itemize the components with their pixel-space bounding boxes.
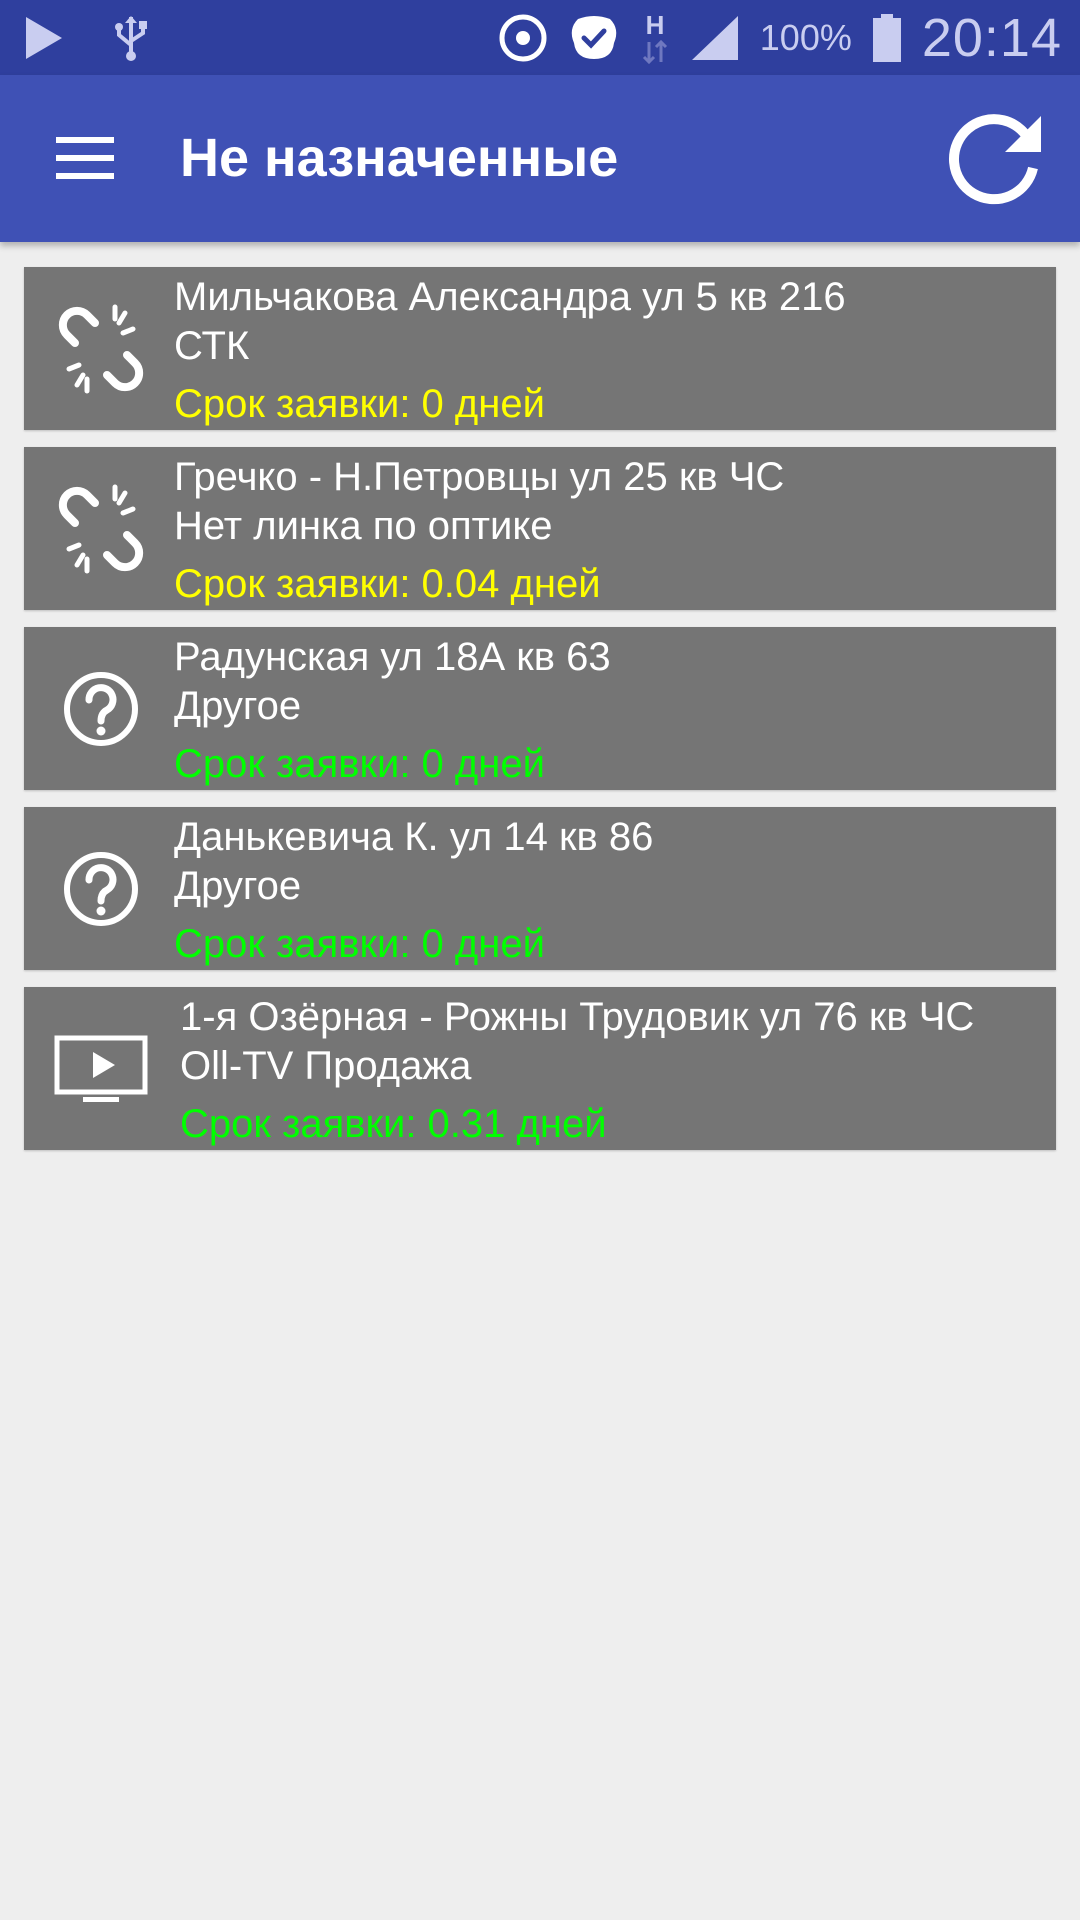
list-item-address: Данькевича К. ул 14 кв 86 xyxy=(174,815,654,859)
list-item-type: Oll-TV Продажа xyxy=(180,1044,472,1088)
broken-link-icon xyxy=(46,289,156,409)
status-bar-right: H 100% 20:14 xyxy=(498,0,1062,75)
list-item-text: Радунская ул 18А кв 63 Другое Срок заявк… xyxy=(174,633,1036,789)
list-item-address: 1-я Озёрная - Рожны Трудовик ул 76 кв ЧС xyxy=(180,995,975,1039)
status-bar-left xyxy=(24,0,148,75)
request-list: Мильчакова Александра ул 5 кв 216 СТК Ср… xyxy=(24,267,1056,1167)
broken-link-icon xyxy=(46,469,156,589)
list-item-text: Данькевича К. ул 14 кв 86 Другое Срок за… xyxy=(174,813,1036,969)
list-item[interactable]: Данькевича К. ул 14 кв 86 Другое Срок за… xyxy=(24,807,1056,970)
menu-button[interactable] xyxy=(40,120,130,200)
app-bar: Не назначенные xyxy=(0,75,1080,242)
list-item-type: Другое xyxy=(174,684,302,728)
record-icon xyxy=(498,13,548,63)
list-item-text: Мильчакова Александра ул 5 кв 216 СТК Ср… xyxy=(174,273,1036,429)
list-item[interactable]: Мильчакова Александра ул 5 кв 216 СТК Ср… xyxy=(24,267,1056,430)
refresh-button[interactable] xyxy=(940,103,1050,213)
list-item-type: СТК xyxy=(174,324,250,368)
list-item-address: Радунская ул 18А кв 63 xyxy=(174,635,611,679)
svg-text:H: H xyxy=(645,12,664,40)
list-item-type: Другое xyxy=(174,864,302,908)
battery-icon xyxy=(872,13,902,63)
network-h-icon: H xyxy=(640,12,670,64)
skype-icon xyxy=(568,13,620,63)
list-item-due: Срок заявки: 0 дней xyxy=(174,382,545,426)
clock: 20:14 xyxy=(921,7,1062,68)
battery-percentage: 100% xyxy=(759,16,852,58)
usb-icon xyxy=(114,15,148,61)
question-icon xyxy=(46,649,156,769)
list-item-address: Гречко - Н.Петровцы ул 25 кв ЧС xyxy=(174,455,785,499)
list-item-address: Мильчакова Александра ул 5 кв 216 xyxy=(174,275,846,319)
list-item-type: Нет линка по оптике xyxy=(174,504,553,548)
list-item-text: Гречко - Н.Петровцы ул 25 кв ЧС Нет линк… xyxy=(174,453,1036,609)
signal-icon xyxy=(690,14,740,62)
play-icon xyxy=(24,15,64,61)
list-item-due: Срок заявки: 0.04 дней xyxy=(174,562,601,606)
list-item-due: Срок заявки: 0 дней xyxy=(174,922,545,966)
list-item[interactable]: Радунская ул 18А кв 63 Другое Срок заявк… xyxy=(24,627,1056,790)
list-item[interactable]: 1-я Озёрная - Рожны Трудовик ул 76 кв ЧС… xyxy=(24,987,1056,1150)
tv-icon xyxy=(46,1009,156,1129)
list-item-due: Срок заявки: 0.31 дней xyxy=(180,1102,607,1146)
list-item-text: 1-я Озёрная - Рожны Трудовик ул 76 кв ЧС… xyxy=(180,993,1036,1149)
page-title: Не назначенные xyxy=(180,128,619,188)
menu-icon xyxy=(56,136,114,184)
refresh-icon xyxy=(943,104,1047,213)
question-icon xyxy=(46,829,156,949)
list-item[interactable]: Гречко - Н.Петровцы ул 25 кв ЧС Нет линк… xyxy=(24,447,1056,610)
list-item-due: Срок заявки: 0 дней xyxy=(174,742,545,786)
status-bar: H 100% 20:14 xyxy=(0,0,1080,75)
